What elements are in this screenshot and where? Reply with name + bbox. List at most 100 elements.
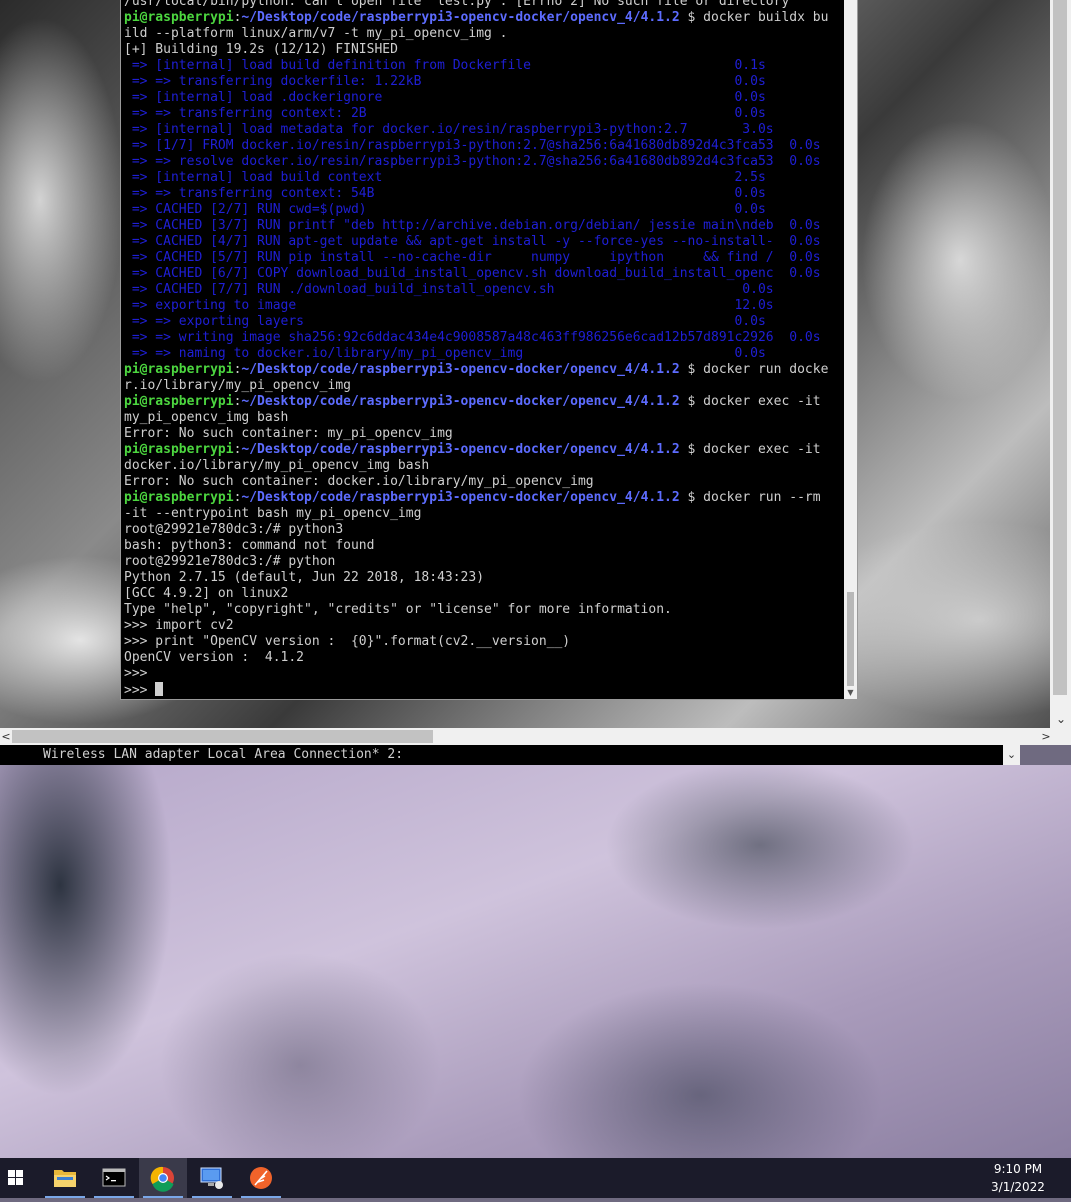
terminal-line: => => writing image sha256:92c6ddac434e4… [124, 330, 842, 346]
terminal-text-segment: => CACHED [6/7] COPY download_build_inst… [124, 266, 821, 281]
terminal-text-segment: => CACHED [7/7] RUN ./download_build_ins… [124, 282, 774, 297]
terminal-text-segment: -it --entrypoint bash my_pi_opencv_img [124, 506, 422, 521]
terminal-text-segment: Python 2.7.15 (default, Jun 22 2018, 18:… [124, 570, 485, 585]
terminal-line: => => exporting layers 0.0s [124, 314, 842, 330]
terminal-text-segment: $ docker run --rm [679, 490, 821, 505]
taskbar-remote-desktop[interactable] [188, 1158, 236, 1198]
terminal-line: => [internal] load build definition from… [124, 58, 842, 74]
terminal-line: docker.io/library/my_pi_opencv_img bash [124, 458, 842, 474]
terminal-line: pi@raspberrypi:~/Desktop/code/raspberryp… [124, 394, 842, 410]
scroll-right-arrow-icon[interactable]: > [1040, 728, 1052, 745]
terminal-text-segment: >>> print "OpenCV version : {0}".format(… [124, 634, 571, 649]
prompt-user: pi@raspberrypi [124, 442, 234, 457]
terminal-text-segment: Error: No such container: docker.io/libr… [124, 474, 594, 489]
terminal-icon [102, 1168, 126, 1187]
prompt-path: ~/Desktop/code/raspberrypi3-opencv-docke… [241, 362, 680, 377]
terminal-line: => [internal] load metadata for docker.i… [124, 122, 842, 138]
terminal-line: r.io/library/my_pi_opencv_img [124, 378, 842, 394]
terminal-line: => => naming to docker.io/library/my_pi_… [124, 346, 842, 362]
desktop-wallpaper-bottom [0, 765, 1071, 1158]
terminal-line: => CACHED [3/7] RUN printf "deb http://a… [124, 218, 842, 234]
terminal-line: => => resolve docker.io/resin/raspberryp… [124, 154, 842, 170]
terminal-line: => exporting to image 12.0s [124, 298, 842, 314]
remote-desktop-icon [200, 1167, 223, 1189]
terminal-line: => CACHED [2/7] RUN cwd=$(pwd) 0.0s [124, 202, 842, 218]
terminal-line: >>> [124, 682, 842, 698]
terminal-line: => CACHED [7/7] RUN ./download_build_ins… [124, 282, 842, 298]
clock-time: 9:10 PM [993, 1162, 1043, 1176]
feather-icon [250, 1167, 272, 1189]
terminal-line: => CACHED [5/7] RUN pip install --no-cac… [124, 250, 842, 266]
terminal-text-segment: /usr/local/bin/python: can't open file '… [124, 0, 790, 9]
terminal-text-segment: bash: python3: command not found [124, 538, 375, 553]
horizontal-scrollbar-thumb[interactable] [12, 730, 433, 743]
taskbar-clock[interactable]: 9:10 PM 3/1/2022 [983, 1160, 1053, 1196]
prompt-user: pi@raspberrypi [124, 362, 234, 377]
terminal-text-segment: => => transferring context: 2B 0.0s [124, 106, 766, 121]
terminal-text-segment: => => writing image sha256:92c6ddac434e4… [124, 330, 821, 345]
clock-date: 3/1/2022 [991, 1180, 1045, 1194]
terminal-text-segment: ild --platform linux/arm/v7 -t my_pi_ope… [124, 26, 508, 41]
terminal-text-segment: => [internal] load build context 2.5s [124, 170, 766, 185]
terminal-line: /usr/local/bin/python: can't open file '… [124, 0, 842, 10]
terminal-line: -it --entrypoint bash my_pi_opencv_img [124, 506, 842, 522]
scroll-left-arrow-icon[interactable]: < [0, 728, 12, 745]
terminal-text-segment: [+] Building 19.2s (12/12) FINISHED [124, 42, 398, 57]
scroll-down-arrow-icon[interactable]: ⌄ [1052, 710, 1070, 728]
terminal-text-segment: => exporting to image 12.0s [124, 298, 774, 313]
background-console-text: Wireless LAN adapter Local Area Connecti… [0, 745, 1003, 765]
terminal-window[interactable]: /usr/local/bin/python: can't open file '… [120, 0, 858, 700]
taskbar-file-explorer[interactable] [41, 1158, 89, 1198]
terminal-line: pi@raspberrypi:~/Desktop/code/raspberryp… [124, 442, 842, 458]
terminal-text-segment: $ docker exec -it [679, 394, 821, 409]
terminal-text-segment: => => resolve docker.io/resin/raspberryp… [124, 154, 821, 169]
terminal-scroll-down-icon[interactable]: ▼ [844, 686, 857, 699]
taskbar-chrome[interactable] [139, 1158, 187, 1198]
taskbar-orange-app[interactable] [237, 1158, 285, 1198]
prompt-path: ~/Desktop/code/raspberrypi3-opencv-docke… [241, 490, 680, 505]
terminal-text-segment: OpenCV version : 4.1.2 [124, 650, 305, 665]
terminal-line: my_pi_opencv_img bash [124, 410, 842, 426]
prompt-path: ~/Desktop/code/raspberrypi3-opencv-docke… [241, 10, 680, 25]
chrome-icon [150, 1166, 174, 1192]
terminal-line: Python 2.7.15 (default, Jun 22 2018, 18:… [124, 570, 842, 586]
terminal-line: Error: No such container: docker.io/libr… [124, 474, 842, 490]
terminal-text-segment: $ docker buildx bu [679, 10, 829, 25]
terminal-text-segment: => => transferring dockerfile: 1.22kB 0.… [124, 74, 766, 89]
terminal-text-segment: docker.io/library/my_pi_opencv_img bash [124, 458, 430, 473]
terminal-text-segment: $ docker run docke [679, 362, 829, 377]
terminal-text-segment: => [1/7] FROM docker.io/resin/raspberryp… [124, 138, 821, 153]
terminal-scrollbar-thumb[interactable] [847, 592, 854, 686]
terminal-text-segment: my_pi_opencv_img bash [124, 410, 289, 425]
terminal-line: pi@raspberrypi:~/Desktop/code/raspberryp… [124, 490, 842, 506]
terminal-line: Type "help", "copyright", "credits" or "… [124, 602, 842, 618]
terminal-text-segment: $ docker exec -it [679, 442, 821, 457]
terminal-line: => => transferring dockerfile: 1.22kB 0.… [124, 74, 842, 90]
terminal-line: => [1/7] FROM docker.io/resin/raspberryp… [124, 138, 842, 154]
terminal-text-segment: => => exporting layers 0.0s [124, 314, 766, 329]
terminal-line: => [internal] load build context 2.5s [124, 170, 842, 186]
terminal-line: => [internal] load .dockerignore 0.0s [124, 90, 842, 106]
background-scrollbar-thumb[interactable] [1053, 0, 1067, 695]
background-console-scroll-down-icon[interactable]: ⌄ [1003, 745, 1020, 765]
terminal-line: >>> print "OpenCV version : {0}".format(… [124, 634, 842, 650]
terminal-line: root@29921e780dc3:/# python [124, 554, 842, 570]
terminal-line: => CACHED [6/7] COPY download_build_inst… [124, 266, 842, 282]
prompt-path: ~/Desktop/code/raspberrypi3-opencv-docke… [241, 442, 680, 457]
terminal-line: OpenCV version : 4.1.2 [124, 650, 842, 666]
terminal-line: => CACHED [4/7] RUN apt-get update && ap… [124, 234, 842, 250]
prompt-user: pi@raspberrypi [124, 10, 234, 25]
terminal-cursor [155, 682, 164, 696]
terminal-text-segment: => CACHED [2/7] RUN cwd=$(pwd) 0.0s [124, 202, 766, 217]
terminal-line: Error: No such container: my_pi_opencv_i… [124, 426, 842, 442]
terminal-text-segment: => CACHED [5/7] RUN pip install --no-cac… [124, 250, 821, 265]
terminal-output[interactable]: /usr/local/bin/python: can't open file '… [124, 0, 842, 700]
terminal-line: => => transferring context: 2B 0.0s [124, 106, 842, 122]
terminal-line: pi@raspberrypi:~/Desktop/code/raspberryp… [124, 362, 842, 378]
terminal-line: bash: python3: command not found [124, 538, 842, 554]
taskbar-command-prompt[interactable] [90, 1158, 138, 1198]
terminal-line: [+] Building 19.2s (12/12) FINISHED [124, 42, 842, 58]
terminal-line: => => transferring context: 54B 0.0s [124, 186, 842, 202]
terminal-text-segment: >>> import cv2 [124, 618, 234, 633]
prompt-user: pi@raspberrypi [124, 490, 234, 505]
